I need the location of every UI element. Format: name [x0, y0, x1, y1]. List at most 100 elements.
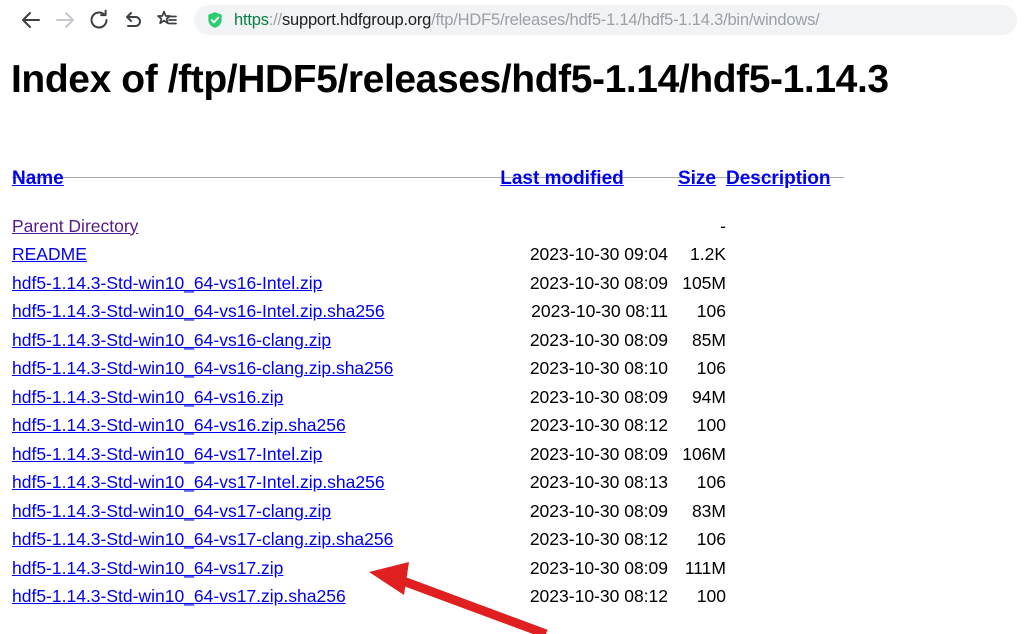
file-link[interactable]: hdf5-1.14.3-Std-win10_64-vs17.zip.sha256: [12, 586, 346, 606]
cell-last-modified: 2023-10-30 08:10: [529, 358, 668, 379]
cell-name: hdf5-1.14.3-Std-win10_64-vs17-clang.zip.…: [12, 526, 456, 555]
cell-last-modified: 2023-10-30 08:12: [529, 529, 668, 550]
cell-size: 94M: [691, 386, 726, 407]
cell-name: hdf5-1.14.3-Std-win10_64-vs17.zip: [12, 554, 456, 583]
cell-description: [726, 583, 831, 612]
cell-last-modified: 2023-10-30 09:04: [529, 244, 668, 265]
table-row: README 2023-10-30 09:04 1.2K: [12, 241, 831, 270]
cell-last-modified: 2023-10-30 08:09: [529, 272, 668, 293]
table-row: hdf5-1.14.3-Std-win10_64-vs17.zip.sha256…: [12, 583, 831, 612]
reload-icon: [90, 9, 108, 29]
file-link[interactable]: hdf5-1.14.3-Std-win10_64-vs16-Intel.zip: [12, 273, 322, 293]
browser-toolbar: https://support.hdfgroup.org/ftp/HDF5/re…: [0, 0, 1027, 40]
cell-size: 106: [696, 472, 726, 493]
undo-arrow-icon: [126, 12, 141, 27]
cell-size: 106M: [682, 443, 726, 464]
cell-size: 111M: [684, 557, 726, 578]
cell-name: hdf5-1.14.3-Std-win10_64-vs17-Intel.zip: [12, 440, 456, 469]
file-link[interactable]: hdf5-1.14.3-Std-win10_64-vs16-clang.zip.…: [12, 358, 393, 378]
file-link[interactable]: hdf5-1.14.3-Std-win10_64-vs17-Intel.zip: [12, 444, 322, 464]
file-link[interactable]: hdf5-1.14.3-Std-win10_64-vs16-clang.zip: [12, 330, 331, 350]
file-link[interactable]: hdf5-1.14.3-Std-win10_64-vs17.zip: [12, 558, 283, 578]
cell-description: [726, 554, 831, 583]
cell-last-modified: [456, 212, 668, 241]
url-scheme: https: [234, 10, 269, 29]
directory-listing-body: Parent Directory - README 2023-10-30 09:04 1…: [12, 212, 831, 611]
cell-size: 100: [696, 415, 726, 436]
cell-size: 100: [696, 586, 726, 607]
cell-size: 105M: [682, 272, 726, 293]
cell-size: -: [720, 215, 726, 236]
table-row: hdf5-1.14.3-Std-win10_64-vs17-clang.zip.…: [12, 526, 831, 555]
table-row: hdf5-1.14.3-Std-win10_64-vs17-Intel.zip.…: [12, 469, 831, 498]
cell-description: [726, 469, 831, 498]
sort-by-size-link[interactable]: Size: [678, 168, 716, 189]
table-row: hdf5-1.14.3-Std-win10_64-vs17.zip 2023-10…: [12, 554, 831, 583]
cell-last-modified: 2023-10-30 08:13: [529, 472, 668, 493]
table-row: hdf5-1.14.3-Std-win10_64-vs17-clang.zip 2…: [12, 497, 831, 526]
cell-description: [726, 412, 831, 441]
cell-size: 106: [696, 301, 726, 322]
address-bar[interactable]: https://support.hdfgroup.org/ftp/HDF5/re…: [194, 5, 1017, 35]
cell-name: hdf5-1.14.3-Std-win10_64-vs16-clang.zip.…: [12, 355, 456, 384]
shield-check-icon[interactable]: [206, 11, 224, 29]
page-title: Index of /ftp/HDF5/releases/hdf5-1.14/hd…: [11, 58, 889, 101]
cell-last-modified: 2023-10-30 08:09: [529, 500, 668, 521]
arrow-left-icon: [22, 12, 40, 28]
reload-button[interactable]: [82, 3, 116, 37]
cell-description: [726, 440, 831, 469]
parent-directory-link[interactable]: Parent Directory: [12, 216, 138, 236]
collections-button[interactable]: [150, 3, 184, 37]
cell-description: [726, 212, 831, 241]
file-link[interactable]: README: [12, 244, 87, 264]
column-header-description: Description: [726, 168, 831, 212]
file-link[interactable]: hdf5-1.14.3-Std-win10_64-vs17-clang.zip.…: [12, 529, 393, 549]
sort-by-modified-link[interactable]: Last modified: [500, 168, 624, 189]
cell-description: [726, 383, 831, 412]
column-header-size: Size: [668, 168, 726, 212]
cell-size: 83M: [691, 500, 726, 521]
table-row: hdf5-1.14.3-Std-win10_64-vs16.zip 2023-10…: [12, 383, 831, 412]
table-row: hdf5-1.14.3-Std-win10_64-vs16.zip.sha256…: [12, 412, 831, 441]
cell-description: [726, 526, 831, 555]
file-link[interactable]: hdf5-1.14.3-Std-win10_64-vs16.zip: [12, 387, 283, 407]
table-row: hdf5-1.14.3-Std-win10_64-vs16-clang.zip.…: [12, 355, 831, 384]
file-link[interactable]: hdf5-1.14.3-Std-win10_64-vs17-Intel.zip.…: [12, 472, 385, 492]
url-host: support.hdfgroup.org: [281, 10, 432, 29]
file-link[interactable]: hdf5-1.14.3-Std-win10_64-vs17-clang.zip: [12, 501, 331, 521]
cell-description: [726, 497, 831, 526]
cell-description: [726, 298, 831, 327]
column-header-last-modified: Last modified: [456, 168, 668, 212]
cell-description: [726, 355, 831, 384]
cell-name: hdf5-1.14.3-Std-win10_64-vs16-Intel.zip: [12, 269, 456, 298]
cell-last-modified: 2023-10-30 08:09: [529, 443, 668, 464]
cell-last-modified: 2023-10-30 08:11: [531, 301, 668, 322]
cell-last-modified: 2023-10-30 08:09: [529, 386, 668, 407]
cell-name: hdf5-1.14.3-Std-win10_64-vs16-clang.zip: [12, 326, 456, 355]
url-text: https://support.hdfgroup.org/ftp/HDF5/re…: [234, 11, 820, 30]
cell-description: [726, 269, 831, 298]
cell-name: hdf5-1.14.3-Std-win10_64-vs16.zip: [12, 383, 456, 412]
cell-last-modified: 2023-10-30 08:09: [529, 329, 668, 350]
table-header-row: Name Last modified Size Description: [12, 168, 831, 212]
column-header-name: Name: [12, 168, 456, 212]
table-row: hdf5-1.14.3-Std-win10_64-vs16-Intel.zip 2…: [12, 269, 831, 298]
sort-by-description-link[interactable]: Description: [726, 168, 831, 189]
sort-by-name-link[interactable]: Name: [12, 168, 64, 189]
back-button[interactable]: [14, 3, 48, 37]
forward-button[interactable]: [48, 3, 82, 37]
directory-listing-table: Name Last modified Size Description Pare…: [12, 168, 831, 611]
directory-index-page: Index of /ftp/HDF5/releases/hdf5-1.14/hd…: [0, 40, 1027, 634]
undo-button[interactable]: [116, 3, 150, 37]
file-link[interactable]: hdf5-1.14.3-Std-win10_64-vs16.zip.sha256: [12, 415, 346, 435]
star-list-icon: [157, 10, 177, 25]
cell-name: hdf5-1.14.3-Std-win10_64-vs17-Intel.zip.…: [12, 469, 456, 498]
cell-description: [726, 241, 831, 270]
cell-last-modified: 2023-10-30 08:09: [529, 557, 668, 578]
cell-size: 1.2K: [690, 244, 726, 265]
cell-name: hdf5-1.14.3-Std-win10_64-vs17-clang.zip: [12, 497, 456, 526]
cell-name: hdf5-1.14.3-Std-win10_64-vs16.zip.sha256: [12, 412, 456, 441]
table-row: hdf5-1.14.3-Std-win10_64-vs17-Intel.zip 2…: [12, 440, 831, 469]
table-row: hdf5-1.14.3-Std-win10_64-vs16-clang.zip 2…: [12, 326, 831, 355]
file-link[interactable]: hdf5-1.14.3-Std-win10_64-vs16-Intel.zip.…: [12, 301, 385, 321]
